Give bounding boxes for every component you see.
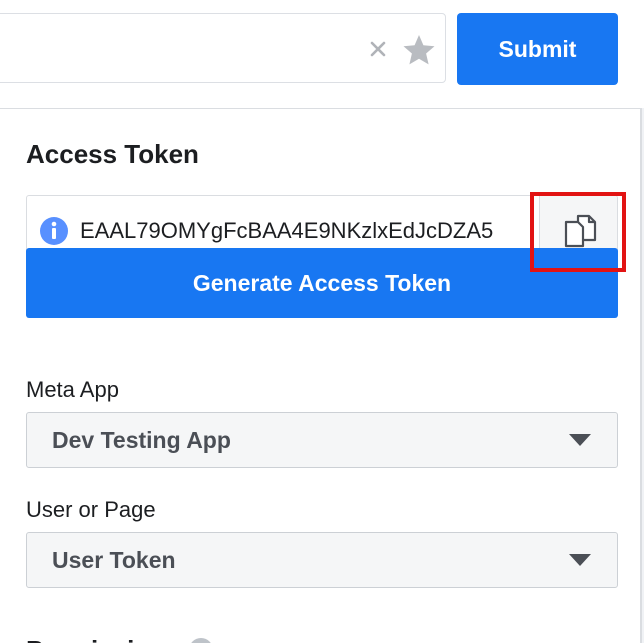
meta-app-selected-value: Dev Testing App	[52, 427, 231, 453]
caret-down-icon	[569, 554, 591, 566]
access-token-title: Access Token	[26, 139, 199, 169]
query-url-field[interactable]	[0, 13, 446, 83]
user-or-page-select[interactable]: User Token	[26, 532, 618, 588]
meta-app-select[interactable]: Dev Testing App	[26, 412, 618, 468]
meta-app-label: Meta App	[26, 377, 119, 402]
query-url-input[interactable]	[5, 22, 349, 76]
caret-down-icon	[569, 434, 591, 446]
copy-icon	[564, 214, 597, 248]
access-token-value[interactable]: EAAL79OMYgFcBAA4E9NKzlxEdJcDZA5	[80, 218, 532, 244]
generate-access-token-button[interactable]: Generate Access Token	[26, 248, 618, 318]
star-icon[interactable]	[401, 32, 437, 68]
submit-button[interactable]: Submit	[457, 13, 618, 85]
close-icon[interactable]	[365, 36, 391, 62]
query-bar: Submit	[0, 0, 644, 108]
permissions-heading: Permissions	[26, 634, 181, 643]
user-or-page-selected-value: User Token	[52, 547, 176, 573]
access-token-panel: Access Token EAAL79OMYgFcBAA4E9NKzlxEdJc…	[0, 108, 642, 643]
user-or-page-label: User or Page	[26, 497, 156, 522]
help-icon[interactable]	[188, 637, 214, 643]
info-icon	[40, 217, 68, 245]
graph-explorer-page: Submit Access Token EAAL79OMYgFcBAA4E9NK…	[0, 0, 644, 643]
